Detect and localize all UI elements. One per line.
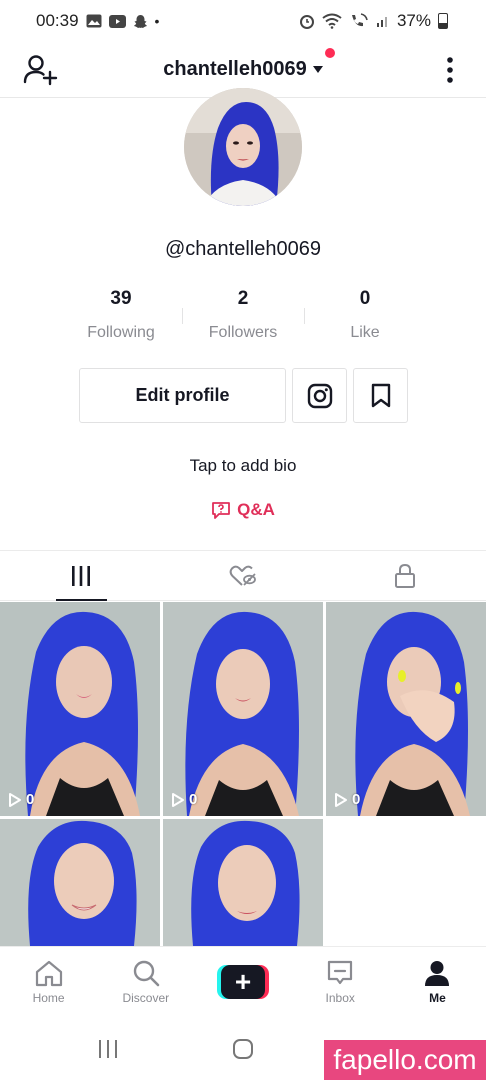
more-options-icon[interactable] (432, 52, 468, 88)
avatar[interactable] (184, 88, 302, 206)
instagram-icon (307, 383, 332, 408)
followers-count: 2 (237, 288, 249, 309)
home-button-icon[interactable] (231, 1037, 255, 1061)
wifi-icon (322, 13, 342, 29)
bookmark-icon (371, 383, 390, 407)
alarm-icon (299, 15, 314, 29)
qa-link[interactable]: Q&A (0, 500, 486, 520)
profile-stats: 39 Following 2 Followers 0 Like (60, 288, 426, 342)
play-icon (335, 792, 347, 807)
instagram-button[interactable] (292, 368, 347, 423)
tab-private[interactable] (324, 551, 486, 600)
wifi-calling-icon (351, 13, 368, 27)
add-user-icon[interactable] (20, 50, 60, 90)
nav-me[interactable]: Me (389, 947, 486, 1018)
lock-icon (395, 563, 415, 588)
account-switcher[interactable]: chantelleh0069 (163, 48, 335, 81)
stat-following[interactable]: 39 Following (60, 288, 182, 342)
create-icon: + (221, 965, 265, 999)
qa-icon (212, 502, 231, 519)
battery-percent: 37% (396, 11, 431, 30)
youtube-icon (108, 14, 126, 28)
video-thumbnail[interactable]: 0 (326, 602, 486, 816)
tab-videos[interactable] (0, 551, 162, 601)
add-bio-prompt[interactable]: Tap to add bio (0, 456, 486, 476)
play-icon (172, 792, 184, 807)
chevron-down-icon (312, 66, 323, 73)
profile-actions: Edit profile (79, 368, 408, 423)
watermark: fapello.com (324, 1040, 486, 1080)
status-time: 00:39 (36, 11, 79, 30)
profile-icon (425, 961, 450, 986)
view-count: 0 (171, 791, 197, 808)
dot-icon: • (154, 13, 160, 29)
nav-inbox[interactable]: Inbox (292, 947, 389, 1018)
video-thumbnail[interactable]: 0 (0, 602, 160, 816)
view-count: 0 (334, 791, 360, 808)
search-icon (133, 960, 160, 987)
edit-profile-button[interactable]: Edit profile (79, 368, 286, 423)
username: chantelleh0069 (163, 58, 307, 80)
recent-apps-icon[interactable] (96, 1038, 120, 1060)
likes-count: 0 (359, 288, 371, 309)
profile-handle: @chantelleh0069 (165, 238, 321, 260)
qa-label: Q&A (237, 500, 275, 519)
create-button[interactable]: + (217, 965, 269, 999)
hidden-heart-icon (229, 565, 256, 586)
likes-label: Like (350, 324, 380, 341)
stat-likes[interactable]: 0 Like (304, 288, 426, 342)
profile-tabs (0, 550, 486, 601)
video-grid: 0 0 0 (0, 602, 486, 946)
video-thumbnail[interactable]: 0 (163, 602, 323, 816)
followers-label: Followers (208, 324, 278, 341)
view-count: 0 (8, 791, 34, 808)
nav-home[interactable]: Home (0, 947, 97, 1018)
following-count: 39 (110, 288, 132, 309)
snapchat-icon (133, 14, 147, 28)
nav-create[interactable]: + (194, 947, 291, 1018)
status-bar: 00:39 • 37% (0, 0, 486, 42)
notification-dot (324, 48, 335, 58)
stat-followers[interactable]: 2 Followers (182, 288, 304, 342)
nav-discover[interactable]: Discover (97, 947, 194, 1018)
signal-icon (376, 17, 387, 27)
video-thumbnail[interactable] (163, 819, 323, 946)
video-thumbnail[interactable] (0, 819, 160, 946)
battery-icon (438, 13, 448, 29)
bottom-navigation: Home Discover + Inbox Me (0, 946, 486, 1018)
tab-liked[interactable] (162, 551, 324, 600)
following-label: Following (87, 324, 155, 341)
gallery-icon (86, 14, 102, 28)
favorites-button[interactable] (353, 368, 408, 423)
inbox-icon (328, 960, 353, 985)
grid-icon (72, 565, 90, 586)
play-icon (9, 792, 21, 807)
home-icon (35, 960, 62, 987)
